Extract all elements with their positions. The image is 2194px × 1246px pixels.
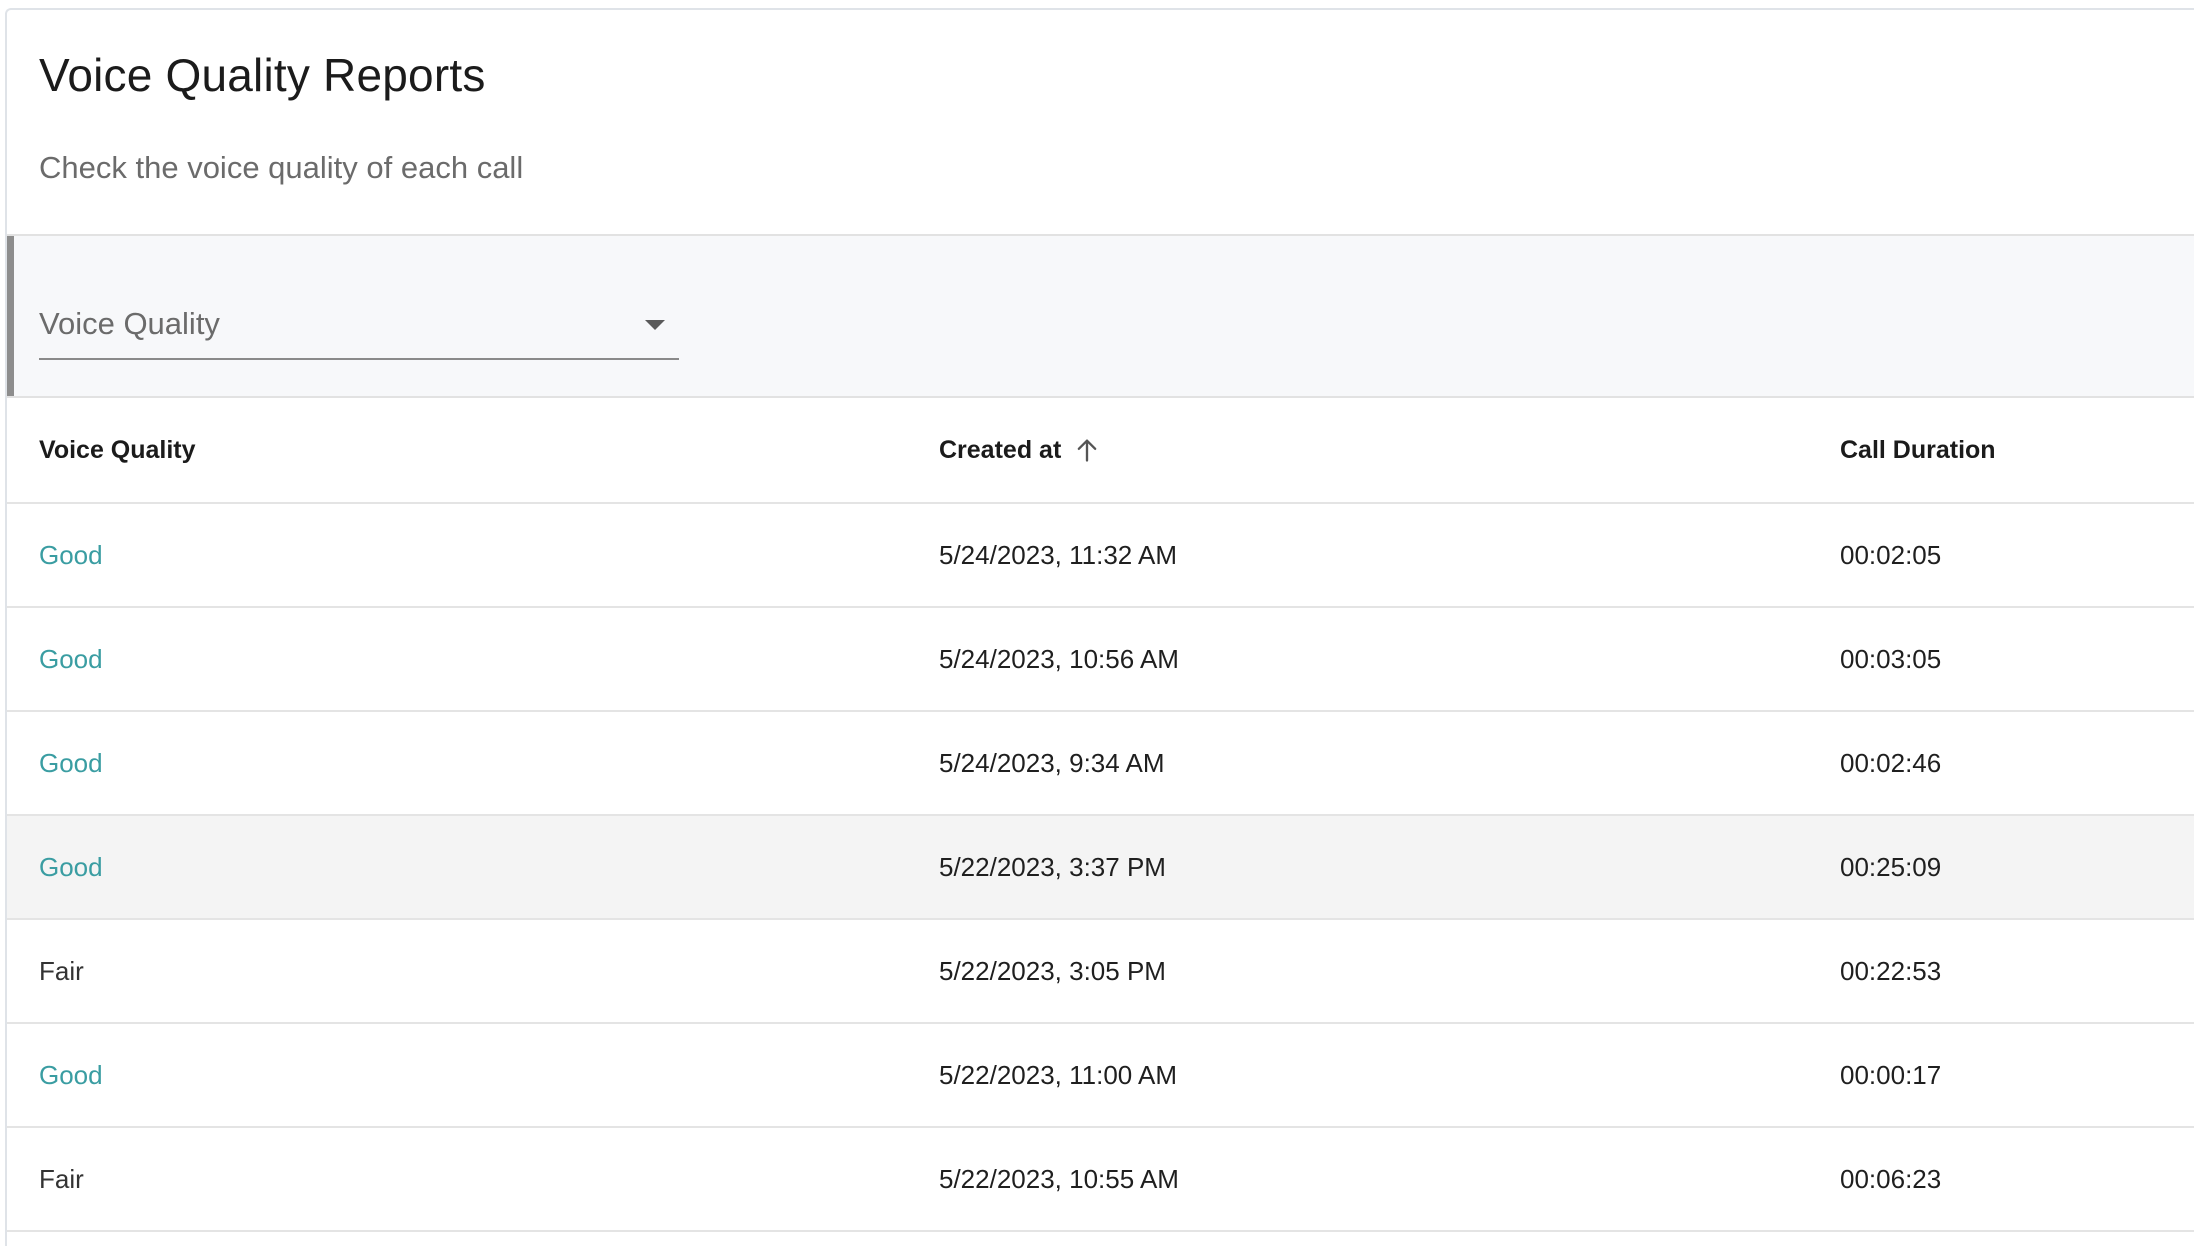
column-header-label: Call Duration (1840, 435, 1996, 464)
column-header-voice-quality[interactable]: Voice Quality (39, 398, 196, 502)
voice-quality-cell: Good (39, 643, 103, 674)
arrow-up-icon[interactable] (1073, 436, 1101, 464)
voice-quality-cell: Good (39, 851, 103, 882)
filter-bar: Voice Quality (7, 236, 2194, 398)
column-header-call-duration[interactable]: Call Duration (1840, 398, 1996, 502)
column-header-label: Voice Quality (39, 435, 196, 464)
table-body: Good 5/24/2023, 11:32 AM 00:02:05 Good 5/24/… (7, 504, 2194, 1232)
column-header-created-at[interactable]: Created at (939, 398, 1101, 502)
table-row[interactable]: Fair 5/22/2023, 10:55 AM 00:06:23 (7, 1128, 2194, 1232)
page-header: Voice Quality Reports Check the voice qu… (7, 10, 2194, 236)
call-duration-cell: 00:06:23 (1840, 1163, 1942, 1194)
created-at-cell: 5/24/2023, 11:32 AM (939, 539, 1178, 570)
page-subtitle: Check the voice quality of each call (39, 150, 524, 185)
created-at-cell: 5/24/2023, 10:56 AM (939, 643, 1179, 674)
created-at-cell: 5/22/2023, 11:00 AM (939, 1059, 1178, 1090)
table-row[interactable]: Fair 5/22/2023, 3:05 PM 00:22:53 (7, 920, 2194, 1024)
filter-accent-bar (7, 236, 14, 396)
voice-quality-filter[interactable]: Voice Quality (39, 300, 679, 360)
table-row[interactable]: Good 5/22/2023, 3:37 PM 00:25:09 (7, 816, 2194, 920)
voice-quality-cell: Fair (39, 1163, 84, 1194)
created-at-cell: 5/24/2023, 9:34 AM (939, 747, 1165, 778)
call-duration-cell: 00:25:09 (1840, 851, 1942, 882)
voice-quality-cell: Good (39, 747, 103, 778)
voice-quality-cell: Good (39, 1059, 103, 1090)
table-row[interactable]: Good 5/24/2023, 9:34 AM 00:02:46 (7, 712, 2194, 816)
table-row[interactable]: Good 5/24/2023, 11:32 AM 00:02:05 (7, 504, 2194, 608)
reports-card: Voice Quality Reports Check the voice qu… (5, 8, 2194, 1246)
table-header-row: Voice Quality Created at Call Duration (7, 398, 2194, 504)
column-header-label: Created at (939, 435, 1062, 464)
voice-quality-cell: Good (39, 539, 103, 570)
table-row[interactable]: Good 5/24/2023, 10:56 AM 00:03:05 (7, 608, 2194, 712)
call-duration-cell: 00:03:05 (1840, 643, 1942, 674)
call-duration-cell: 00:02:05 (1840, 539, 1942, 570)
reports-table: Voice Quality Created at Call Duration G… (7, 398, 2194, 1232)
call-duration-cell: 00:22:53 (1840, 955, 1942, 986)
table-row[interactable]: Good 5/22/2023, 11:00 AM 00:00:17 (7, 1024, 2194, 1128)
created-at-cell: 5/22/2023, 3:37 PM (939, 851, 1166, 882)
chevron-down-icon[interactable] (645, 320, 665, 330)
voice-quality-cell: Fair (39, 955, 84, 986)
created-at-cell: 5/22/2023, 3:05 PM (939, 955, 1166, 986)
call-duration-cell: 00:00:17 (1840, 1059, 1942, 1090)
call-duration-cell: 00:02:46 (1840, 747, 1942, 778)
page-title: Voice Quality Reports (39, 49, 486, 101)
created-at-cell: 5/22/2023, 10:55 AM (939, 1163, 1179, 1194)
voice-quality-filter-label: Voice Quality (39, 306, 220, 341)
